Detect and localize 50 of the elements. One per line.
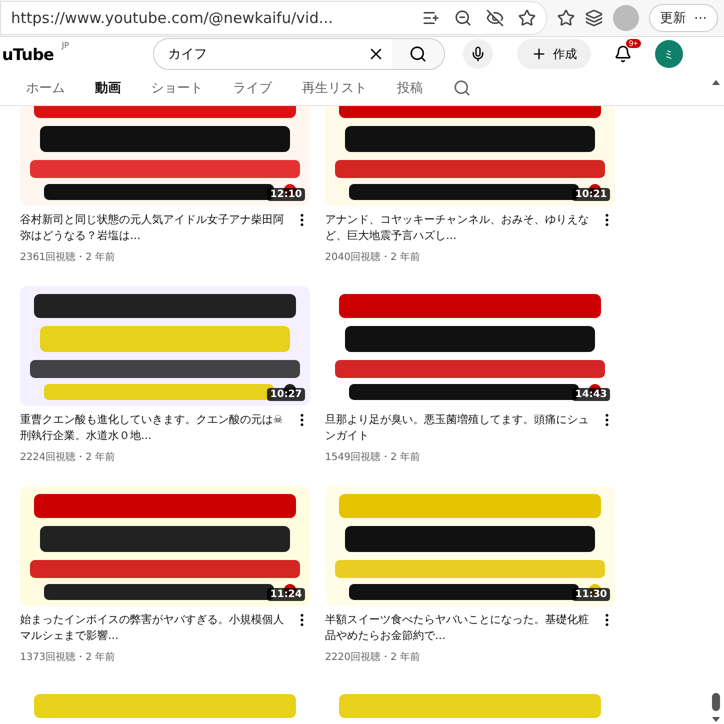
region-label: JP bbox=[62, 41, 69, 50]
video-duration: 12:10 bbox=[267, 188, 305, 201]
zoom-out-icon[interactable] bbox=[454, 9, 472, 27]
bell-icon bbox=[614, 45, 632, 63]
search-icon bbox=[408, 45, 427, 63]
scroll-down-icon[interactable] bbox=[712, 717, 720, 722]
video-duration: 14:43 bbox=[572, 388, 610, 401]
video-title[interactable]: 重曹クエン酸も進化していきます。クエン酸の元は☠刑執行企業。水道水０地... bbox=[20, 412, 290, 444]
create-button[interactable]: 作成 bbox=[516, 39, 591, 69]
scroll-up-icon[interactable] bbox=[712, 80, 720, 85]
address-bar[interactable]: https://www.youtube.com/@newkaifu/vid... bbox=[0, 1, 547, 35]
video-title[interactable]: 始まったインボイスの弊害がヤバすぎる。小規模個人マルシェまで影響... bbox=[20, 612, 290, 644]
update-button[interactable]: 更新 ⋯ bbox=[649, 4, 718, 32]
more-icon: ⋯ bbox=[694, 10, 707, 26]
video-meta: 2361回視聴・2 年前 bbox=[20, 250, 116, 264]
video-meta: 2224回視聴・2 年前 bbox=[20, 450, 116, 464]
video-title[interactable]: 旦那より足が臭い。悪玉菌増殖してます。頭痛にシュンガイト bbox=[325, 412, 595, 444]
scrollbar-thumb[interactable] bbox=[712, 693, 720, 711]
channel-tab[interactable]: 再生リスト bbox=[302, 71, 367, 105]
video-meta: 2220回視聴・2 年前 bbox=[325, 650, 421, 664]
channel-tab[interactable]: ホーム bbox=[26, 71, 65, 105]
collections-icon[interactable] bbox=[585, 9, 603, 27]
video-duration: 11:24 bbox=[267, 588, 305, 601]
video-title[interactable]: アナンド、コヤッキーチャンネル、おみそ、ゆりえなど、巨大地震予言ハズし... bbox=[325, 212, 595, 244]
video-title[interactable]: 半額スイーツ食べたらヤバいことになった。基礎化粧品やめたらお金節約で... bbox=[325, 612, 595, 644]
notification-badge: 9+ bbox=[626, 39, 641, 48]
video-duration: 11:30 bbox=[572, 588, 610, 601]
video-meta: 2040回視聴・2 年前 bbox=[325, 250, 421, 264]
video-duration: 10:27 bbox=[267, 388, 305, 401]
logo[interactable]: uTube bbox=[2, 44, 54, 64]
channel-tab[interactable]: ショート bbox=[151, 71, 203, 105]
channel-tab[interactable]: ライブ bbox=[233, 71, 272, 105]
video-title[interactable]: 谷村新司と同じ状態の元人気アイドル女子アナ柴田阿弥はどうなる？岩塩は... bbox=[20, 212, 290, 244]
channel-tab[interactable]: 動画 bbox=[95, 71, 121, 105]
add-to-list-icon[interactable] bbox=[422, 9, 440, 27]
search-button[interactable] bbox=[392, 39, 444, 69]
favorites-icon[interactable] bbox=[557, 9, 575, 27]
plus-icon bbox=[530, 46, 547, 62]
mic-button[interactable] bbox=[462, 39, 493, 69]
eye-off-icon[interactable] bbox=[486, 9, 504, 27]
search-icon[interactable] bbox=[453, 79, 471, 97]
account-avatar[interactable]: ミ bbox=[654, 40, 683, 68]
notifications-button[interactable]: 9+ bbox=[606, 39, 639, 69]
star-icon[interactable] bbox=[518, 9, 536, 27]
search-bar[interactable]: カイフ bbox=[152, 38, 445, 70]
video-meta: 1549回視聴・2 年前 bbox=[325, 450, 421, 464]
video-meta: 1373回視聴・2 年前 bbox=[20, 650, 116, 664]
microphone-icon bbox=[470, 46, 486, 62]
channel-tab[interactable]: 投稿 bbox=[397, 71, 423, 105]
video-duration: 10:21 bbox=[572, 188, 610, 201]
